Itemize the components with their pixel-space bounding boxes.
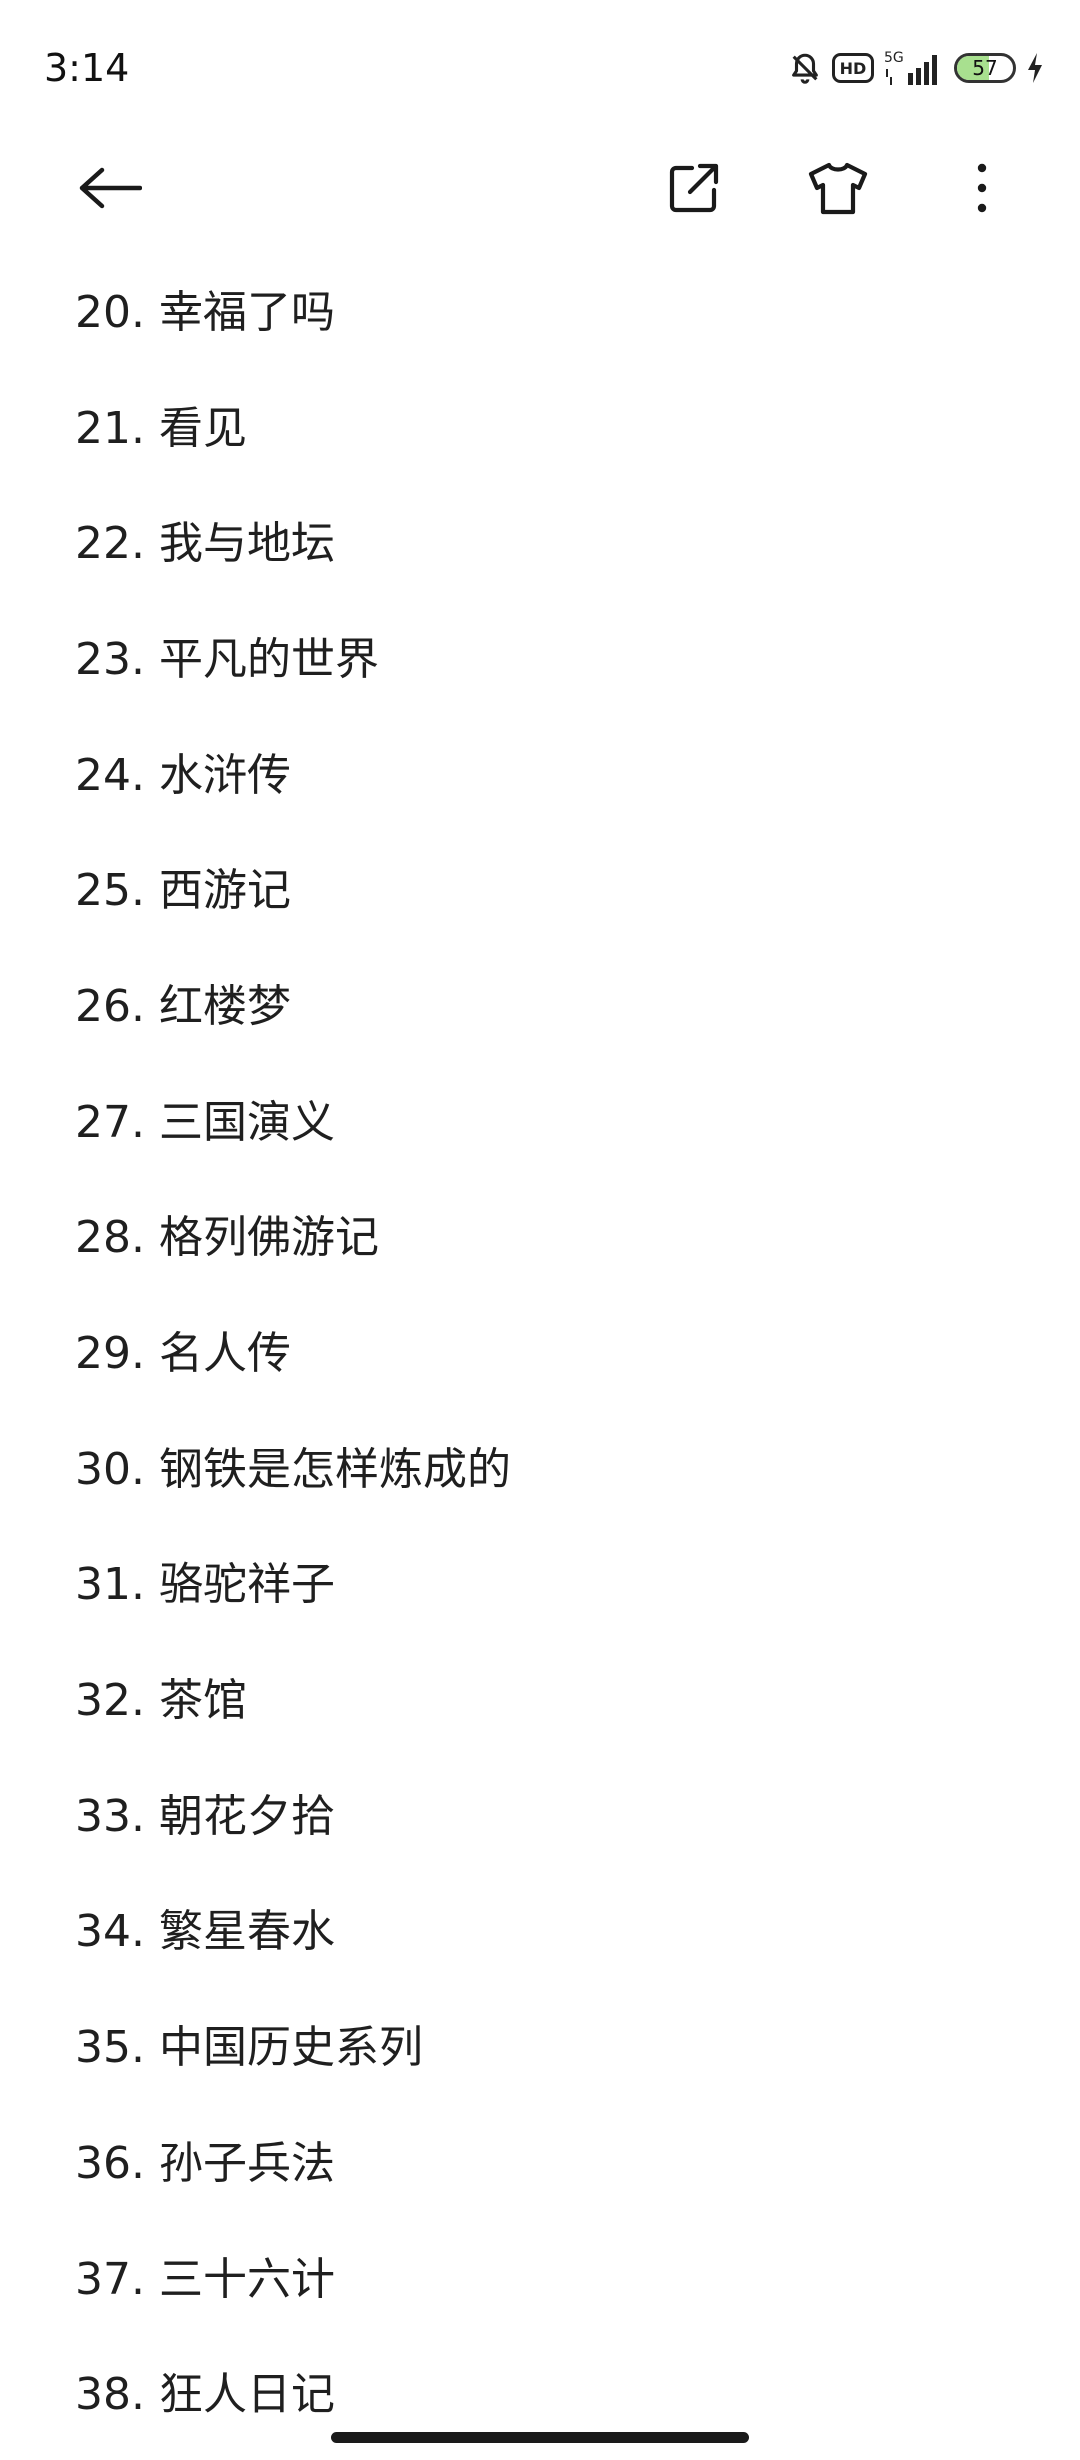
status-bar: 3:14 HD 5G 57 xyxy=(0,0,1080,130)
status-time: 3:14 xyxy=(44,46,130,90)
list-item: 29. 名人传 xyxy=(75,1328,291,1380)
theme-button[interactable] xyxy=(796,148,880,232)
list-item: 21. 看见 xyxy=(75,402,247,454)
battery-icon: 57 xyxy=(954,53,1016,83)
signal-icon: 5G xyxy=(884,49,944,87)
more-options-button[interactable] xyxy=(940,148,1024,232)
more-vertical-icon xyxy=(974,160,990,220)
network-label: 5G xyxy=(884,50,904,66)
battery-level: 57 xyxy=(972,56,998,80)
book-list: 20. 幸福了吗 21. 看见 22. 我与地坛 23. 平凡的世界 24. 水浒传 25… xyxy=(0,250,1080,2448)
list-item: 31. 骆驼祥子 xyxy=(75,1559,335,1611)
share-button[interactable] xyxy=(652,148,736,232)
list-item: 23. 平凡的世界 xyxy=(75,633,379,685)
status-icons: HD 5G 57 xyxy=(788,44,1044,92)
back-button[interactable] xyxy=(68,148,152,232)
list-item: 35. 中国历史系列 xyxy=(75,2022,423,2074)
list-item: 36. 孙子兵法 xyxy=(75,2137,335,2189)
list-item: 25. 西游记 xyxy=(75,865,291,917)
top-toolbar xyxy=(0,130,1080,250)
charging-icon xyxy=(1026,52,1044,84)
list-item: 26. 红楼梦 xyxy=(75,980,291,1032)
tshirt-icon xyxy=(807,160,869,220)
list-item: 34. 繁星春水 xyxy=(75,1906,335,1958)
list-item: 30. 钢铁是怎样炼成的 xyxy=(75,1443,511,1495)
alarm-icon xyxy=(788,51,822,85)
list-item: 28. 格列佛游记 xyxy=(75,1212,379,1264)
hd-icon: HD xyxy=(832,53,874,83)
list-item: 32. 茶馆 xyxy=(75,1675,247,1727)
list-item: 27. 三国演义 xyxy=(75,1096,335,1148)
note-content: 20. 幸福了吗 21. 看见 22. 我与地坛 23. 平凡的世界 24. 水浒传 25… xyxy=(0,250,1080,2448)
list-item: 20. 幸福了吗 xyxy=(75,286,335,338)
share-icon xyxy=(666,160,722,220)
list-item: 33. 朝花夕拾 xyxy=(75,1790,335,1842)
list-item: 24. 水浒传 xyxy=(75,749,291,801)
home-indicator[interactable] xyxy=(331,2432,749,2443)
back-arrow-icon xyxy=(78,166,143,214)
list-item: 22. 我与地坛 xyxy=(75,518,335,570)
list-item: 38. 狂人日记 xyxy=(75,2369,335,2421)
list-item: 37. 三十六计 xyxy=(75,2253,335,2305)
hd-label: HD xyxy=(840,59,867,78)
